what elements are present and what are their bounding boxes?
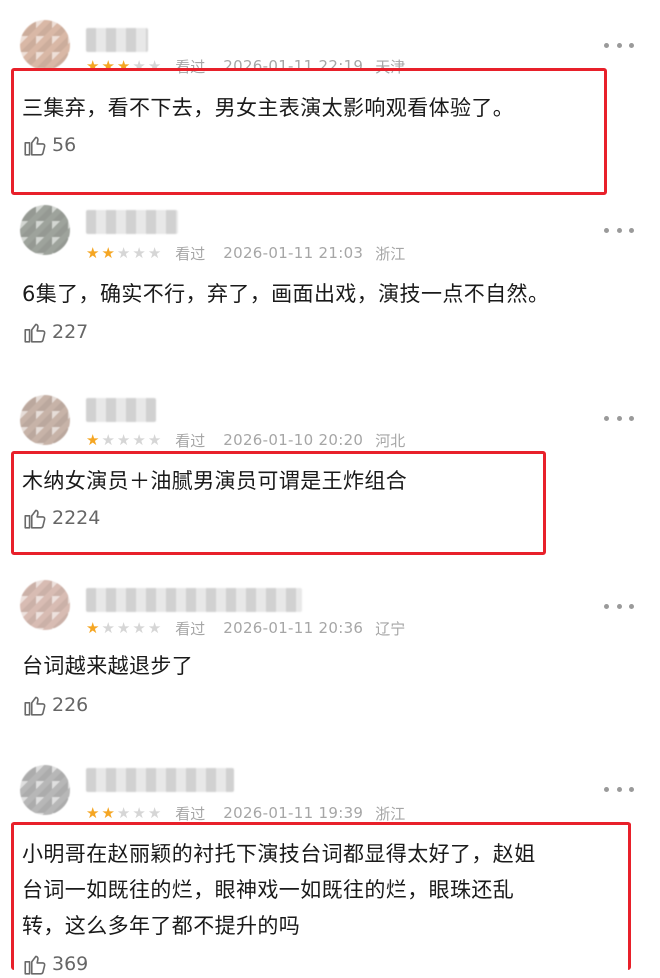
user-name-blurred[interactable]: [86, 768, 234, 792]
comment-time: 2026-01-11 19:39: [223, 804, 364, 822]
star-empty-icon: ★: [147, 803, 162, 822]
comment-meta: ★ ★ ★ ★ ★ 看过 2026-01-11 19:39 浙江: [86, 802, 405, 824]
more-dots-icon[interactable]: [604, 784, 634, 794]
seen-label: 看过: [175, 804, 206, 823]
highlight-box: [11, 68, 607, 195]
star-filled-icon: ★: [101, 803, 115, 822]
star-empty-icon: ★: [132, 803, 146, 822]
highlight-box: [11, 822, 631, 970]
rating-stars: ★ ★ ★ ★ ★: [86, 803, 163, 822]
star-filled-icon: ★: [86, 803, 100, 822]
highlight-box: [11, 451, 546, 555]
star-empty-icon: ★: [116, 803, 131, 822]
comment-region: 浙江: [375, 804, 406, 823]
user-avatar[interactable]: [20, 765, 70, 815]
